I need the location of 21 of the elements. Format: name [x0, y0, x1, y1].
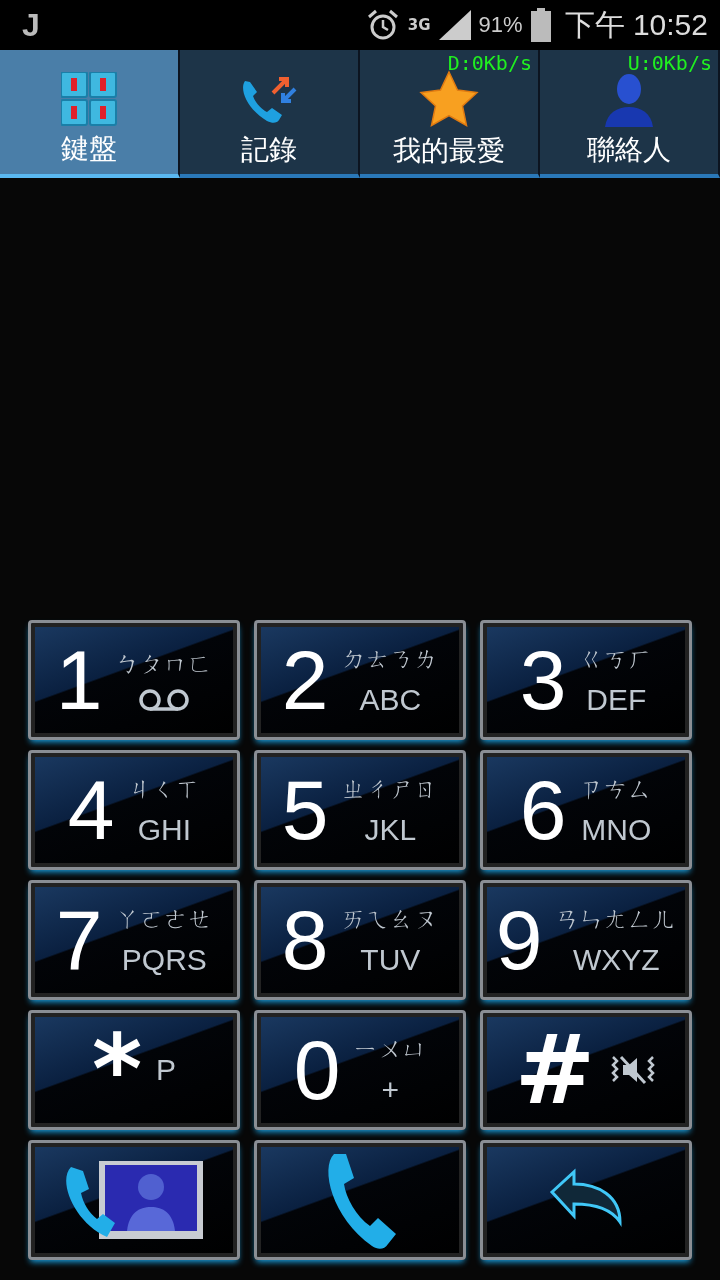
back-button[interactable]	[480, 1140, 692, 1260]
video-call-button[interactable]	[28, 1140, 240, 1260]
tab[interactable]: D:0Kb/s 我的最愛	[360, 50, 540, 178]
tab[interactable]: U:0Kb/s 聯絡人	[540, 50, 720, 178]
dial-key[interactable]: #	[480, 1010, 692, 1130]
battery-percent: 91%	[478, 12, 523, 38]
upload-speed: U:0Kb/s	[627, 53, 712, 73]
star-icon	[418, 70, 480, 128]
call-button[interactable]	[254, 1140, 466, 1260]
keypad-icon	[61, 72, 117, 126]
signal-icon	[438, 10, 471, 40]
network-type: 3G	[407, 16, 431, 34]
download-speed: D:0Kb/s	[447, 53, 532, 73]
tab[interactable]: 鍵盤	[0, 50, 180, 178]
clock: 下午 10:52	[564, 6, 708, 43]
voicemail-icon	[138, 688, 191, 712]
alarm-icon	[365, 8, 400, 42]
tab[interactable]: 記錄	[180, 50, 360, 178]
person-icon	[603, 71, 655, 127]
battery-icon	[530, 8, 551, 42]
notification-text: J	[22, 6, 40, 44]
